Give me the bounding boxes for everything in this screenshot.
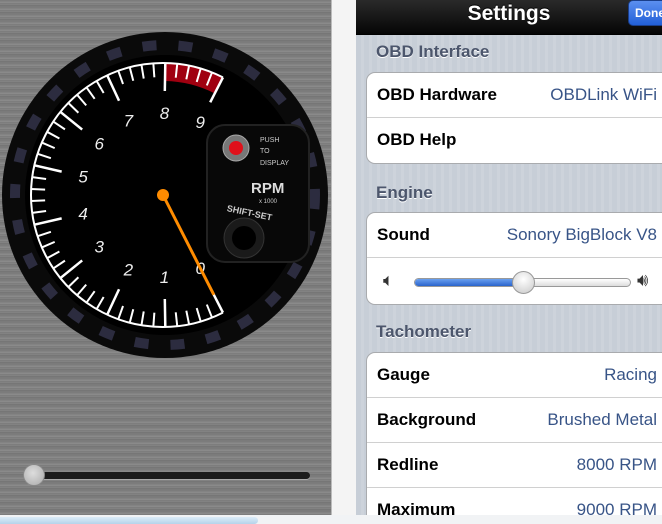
row-sound[interactable]: SoundSonory BigBlock V8› — [367, 213, 662, 258]
row-redline[interactable]: Redline8000 RPM› — [367, 443, 662, 488]
minor-tick — [31, 188, 46, 191]
row-value: 8000 RPM — [576, 455, 657, 474]
gauge-number-2: 2 — [123, 260, 134, 279]
row-maximum[interactable]: Maximum9000 RPM› — [367, 488, 662, 515]
row-label: Background — [377, 410, 477, 429]
needle-hub — [157, 189, 169, 201]
row-label: Gauge — [377, 365, 430, 384]
display-label: DISPLAY — [260, 160, 289, 167]
speaker-high-icon: 🔊︎ — [637, 270, 649, 290]
gauge-number-8: 8 — [160, 104, 170, 123]
row-label: Sound — [377, 225, 430, 244]
row-value: OBDLink WiFi — [550, 85, 657, 104]
section-header-obd: OBD Interface — [376, 42, 490, 61]
gauge-number-7: 7 — [124, 112, 134, 131]
minor-tick — [31, 199, 46, 202]
gauge-number-5: 5 — [78, 168, 88, 187]
to-label: TO — [260, 148, 270, 155]
gauge-number-4: 4 — [78, 204, 87, 223]
tachometer-group: GaugeRacing› BackgroundBrushed Metal› Re… — [366, 352, 662, 515]
gauge-number-1: 1 — [160, 268, 169, 287]
tachometer-gauge: 0123456789 PUSH TO DISPLAY RPM x 1000 SH… — [2, 32, 328, 358]
volume-row: 🔈︎ 🔊︎ — [367, 258, 662, 304]
row-value: Racing — [604, 365, 657, 384]
minor-tick — [152, 312, 156, 327]
row-obd-hardware[interactable]: OBD HardwareOBDLink WiFi› — [367, 73, 662, 118]
rpm-label: RPM — [251, 180, 284, 197]
bottom-bar — [0, 515, 662, 524]
done-button[interactable]: Done — [628, 0, 662, 26]
multiplier-label: x 1000 — [259, 199, 278, 205]
gauge-number-6: 6 — [95, 134, 105, 153]
row-label: OBD Hardware — [377, 85, 497, 104]
tachometer-view: 0123456789 PUSH TO DISPLAY RPM x 1000 SH… — [0, 0, 331, 515]
rpm-slider-track[interactable] — [30, 472, 310, 479]
rpm-slider[interactable] — [23, 464, 310, 486]
push-label: PUSH — [260, 137, 279, 144]
row-label: Redline — [377, 455, 439, 474]
navigation-bar: Settings Done — [356, 0, 662, 35]
rpm-slider-knob[interactable] — [23, 464, 45, 486]
row-value: Sonory BigBlock V8 — [506, 225, 657, 244]
row-value: 9000 RPM — [576, 500, 657, 515]
obd-group: OBD HardwareOBDLink WiFi› OBD Help› — [366, 72, 662, 164]
settings-panel: Settings Done OBD Interface OBD Hardware… — [356, 0, 662, 515]
row-label: OBD Help — [377, 130, 457, 149]
horizontal-scrollbar[interactable] — [0, 517, 259, 524]
row-obd-help[interactable]: OBD Help› — [367, 118, 662, 163]
gauge-number-9: 9 — [195, 113, 205, 132]
volume-knob[interactable] — [511, 271, 535, 294]
volume-slider[interactable] — [414, 271, 631, 294]
section-header-engine: Engine — [376, 183, 433, 202]
split-divider — [331, 0, 356, 515]
row-value: Brushed Metal — [547, 410, 657, 429]
speaker-low-icon: 🔈︎ — [383, 270, 394, 290]
volume-fill — [415, 279, 523, 286]
row-gauge[interactable]: GaugeRacing› — [367, 353, 662, 398]
push-button[interactable] — [229, 141, 243, 155]
nav-title: Settings — [467, 2, 551, 25]
minor-tick — [152, 63, 156, 78]
gauge-number-3: 3 — [95, 238, 105, 257]
row-label: Maximum — [377, 500, 456, 515]
engine-group: SoundSonory BigBlock V8› 🔈︎ 🔊︎ — [366, 212, 662, 305]
display-panel: PUSH TO DISPLAY RPM x 1000 SHIFT-SET — [206, 124, 310, 263]
row-background[interactable]: BackgroundBrushed Metal› — [367, 398, 662, 443]
section-header-tachometer: Tachometer — [376, 322, 472, 341]
